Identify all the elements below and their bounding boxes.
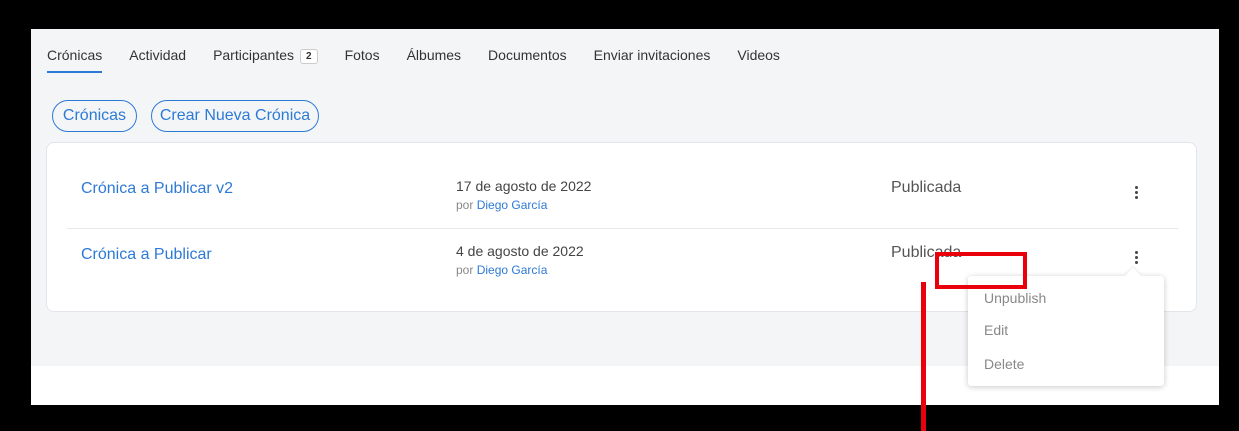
menu-item-delete[interactable]: Delete bbox=[984, 356, 1024, 372]
status-label: Publicada bbox=[891, 179, 962, 196]
create-cronica-button[interactable]: Crear Nueva Crónica bbox=[151, 100, 319, 132]
tab-label: Crónicas bbox=[47, 47, 103, 63]
entry-byline: por Diego García bbox=[456, 198, 547, 212]
entry-date: 17 de agosto de 2022 bbox=[456, 178, 592, 194]
highlight-box bbox=[935, 252, 1027, 289]
author-link[interactable]: Diego García bbox=[477, 263, 548, 277]
byline-prefix: por bbox=[456, 198, 474, 212]
button-label: Crear Nueva Crónica bbox=[159, 107, 311, 124]
author-link[interactable]: Diego García bbox=[477, 198, 548, 212]
context-menu: Unpublish Edit Delete bbox=[968, 276, 1164, 386]
tab-participantes[interactable]: Participantes 2 bbox=[213, 29, 318, 79]
more-options-icon[interactable] bbox=[1129, 181, 1143, 203]
tab-enviar-invitaciones[interactable]: Enviar invitaciones bbox=[594, 29, 711, 79]
participants-count-badge: 2 bbox=[300, 49, 318, 64]
tab-label: Fotos bbox=[344, 47, 380, 63]
menu-item-unpublish[interactable]: Unpublish bbox=[984, 290, 1046, 306]
entry-title-link[interactable]: Crónica a Publicar v2 bbox=[81, 180, 233, 198]
more-options-icon[interactable] bbox=[1129, 246, 1143, 268]
tab-label: Participantes bbox=[213, 47, 294, 63]
entry-date: 4 de agosto de 2022 bbox=[456, 243, 584, 259]
tab-cronicas[interactable]: Crónicas bbox=[47, 29, 103, 79]
tab-fotos[interactable]: Fotos bbox=[345, 29, 380, 79]
cronicas-filter-button[interactable]: Crónicas bbox=[52, 100, 137, 132]
tab-label: Videos bbox=[737, 47, 780, 63]
app-frame: Crónicas Actividad Participantes 2 Fotos … bbox=[31, 29, 1219, 405]
tab-actividad[interactable]: Actividad bbox=[129, 29, 186, 79]
annotation-arrow-line bbox=[921, 282, 926, 431]
entry-title-link[interactable]: Crónica a Publicar bbox=[81, 246, 212, 264]
tab-albumes[interactable]: Álbumes bbox=[407, 29, 461, 79]
tab-bar: Crónicas Actividad Participantes 2 Fotos … bbox=[47, 29, 807, 79]
tab-label: Enviar invitaciones bbox=[593, 47, 711, 63]
tab-documentos[interactable]: Documentos bbox=[488, 29, 567, 79]
tab-label: Documentos bbox=[488, 47, 567, 63]
tab-label: Álbumes bbox=[406, 47, 462, 63]
list-item: Crónica a Publicar v2 17 de agosto de 20… bbox=[67, 143, 1178, 229]
tab-label: Actividad bbox=[129, 47, 187, 63]
tab-videos[interactable]: Videos bbox=[737, 29, 780, 79]
menu-item-edit[interactable]: Edit bbox=[984, 322, 1008, 338]
button-label: Crónicas bbox=[62, 107, 127, 124]
byline-prefix: por bbox=[456, 263, 474, 277]
entry-byline: por Diego García bbox=[456, 263, 547, 277]
